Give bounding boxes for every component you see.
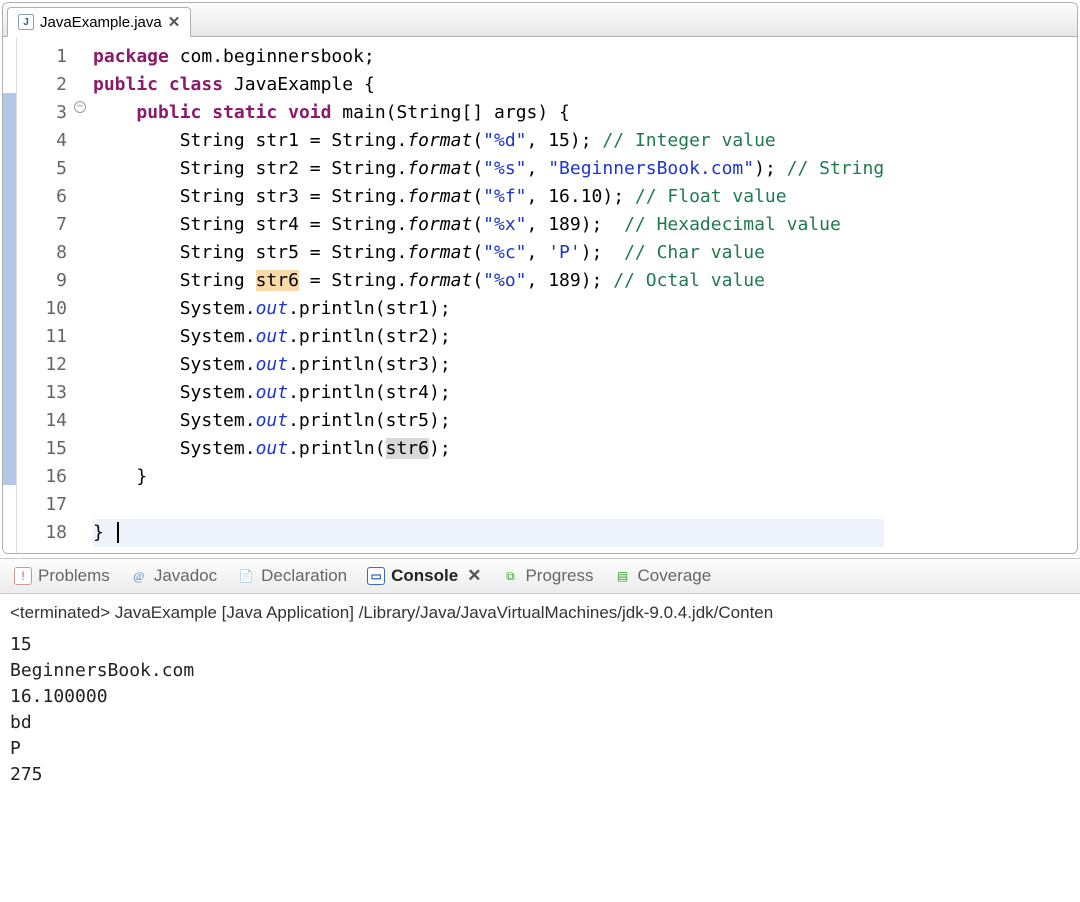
code-line[interactable]: String str4 = String.format("%x", 189); …: [93, 211, 884, 239]
progress-icon: ⧉: [501, 567, 519, 585]
code-line[interactable]: String str6 = String.format("%o", 189); …: [93, 267, 884, 295]
line-number: 10: [17, 295, 67, 323]
marker: [3, 261, 16, 289]
line-number: 7: [17, 211, 67, 239]
view-tab-label: Progress: [525, 566, 593, 586]
marker: [3, 289, 16, 317]
code-line[interactable]: }: [93, 463, 884, 491]
view-tab-javadoc[interactable]: @ Javadoc: [130, 566, 217, 586]
code-line[interactable]: public class JavaExample {: [93, 71, 884, 99]
line-number: 5: [17, 155, 67, 183]
bottom-views-tabbar: ! Problems @ Javadoc 📄 Declaration ▭ Console ✕ ⧉ P…: [0, 558, 1080, 594]
view-tab-console[interactable]: ▭ Console ✕: [367, 566, 481, 586]
code-line[interactable]: String str2 = String.format("%s", "Begin…: [93, 155, 884, 183]
coverage-icon: ▤: [613, 567, 631, 585]
marker: [3, 485, 16, 513]
line-number: 14: [17, 407, 67, 435]
code-area[interactable]: package com.beginnersbook;public class J…: [89, 37, 884, 553]
view-tab-problems[interactable]: ! Problems: [14, 566, 110, 586]
line-number: 12: [17, 351, 67, 379]
close-icon[interactable]: ✕: [168, 13, 181, 31]
console-line: P: [10, 736, 1070, 762]
code-line[interactable]: }: [93, 519, 884, 547]
marker: [3, 205, 16, 233]
console-line: BeginnersBook.com: [10, 658, 1070, 684]
code-line[interactable]: System.out.println(str4);: [93, 379, 884, 407]
view-tab-label: Problems: [38, 566, 110, 586]
view-tab-label: Coverage: [637, 566, 711, 586]
code-editor: J JavaExample.java ✕ 1234567891011121314…: [2, 2, 1078, 554]
line-number: 9: [17, 267, 67, 295]
declaration-icon: 📄: [237, 567, 255, 585]
console-line: 16.100000: [10, 684, 1070, 710]
console-line: 275: [10, 762, 1070, 788]
marker: [3, 429, 16, 457]
view-tab-label: Declaration: [261, 566, 347, 586]
console-line: 15: [10, 632, 1070, 658]
console-status: <terminated> JavaExample [Java Applicati…: [10, 600, 1070, 626]
line-number: 13: [17, 379, 67, 407]
code-line[interactable]: String str5 = String.format("%c", 'P'); …: [93, 239, 884, 267]
marker: [3, 401, 16, 429]
marker: [3, 93, 16, 121]
console-view: <terminated> JavaExample [Java Applicati…: [0, 594, 1080, 798]
line-number: 15: [17, 435, 67, 463]
close-icon[interactable]: ✕: [467, 566, 481, 586]
view-tab-label: Console: [391, 566, 458, 586]
line-number-gutter: 123456789101112131415161718: [17, 37, 75, 553]
view-tab-declaration[interactable]: 📄 Declaration: [237, 566, 347, 586]
problems-icon: !: [14, 567, 32, 585]
marker: [3, 121, 16, 149]
code-line[interactable]: String str3 = String.format("%f", 16.10)…: [93, 183, 884, 211]
line-number: 6: [17, 183, 67, 211]
line-number: 3: [17, 99, 67, 127]
editor-tab-javaexample[interactable]: J JavaExample.java ✕: [7, 7, 191, 37]
editor-tab-label: JavaExample.java: [40, 14, 162, 31]
marker: [3, 149, 16, 177]
view-tab-coverage[interactable]: ▤ Coverage: [613, 566, 711, 586]
code-line[interactable]: public static void main(String[] args) {: [93, 99, 884, 127]
console-output[interactable]: 15BeginnersBook.com16.100000bdP275: [10, 632, 1070, 788]
code-line[interactable]: package com.beginnersbook;: [93, 43, 884, 71]
java-file-icon: J: [18, 14, 34, 30]
marker: [3, 37, 16, 65]
line-number: 1: [17, 43, 67, 71]
marker: [3, 345, 16, 373]
view-tab-progress[interactable]: ⧉ Progress: [501, 566, 593, 586]
code-line[interactable]: System.out.println(str2);: [93, 323, 884, 351]
marker: [3, 177, 16, 205]
marker: [3, 65, 16, 93]
console-line: bd: [10, 710, 1070, 736]
code-line[interactable]: String str1 = String.format("%d", 15); /…: [93, 127, 884, 155]
line-number: 17: [17, 491, 67, 519]
line-number: 4: [17, 127, 67, 155]
code-line[interactable]: System.out.println(str5);: [93, 407, 884, 435]
javadoc-icon: @: [130, 567, 148, 585]
line-number: 2: [17, 71, 67, 99]
line-number: 18: [17, 519, 67, 547]
marker: [3, 457, 16, 485]
editor-tabbar: J JavaExample.java ✕: [3, 3, 1077, 37]
console-icon: ▭: [367, 567, 385, 585]
view-tab-label: Javadoc: [154, 566, 217, 586]
fold-toggle-icon[interactable]: −: [74, 101, 86, 113]
marker: [3, 513, 16, 541]
code-line[interactable]: System.out.println(str3);: [93, 351, 884, 379]
code-line[interactable]: System.out.println(str6);: [93, 435, 884, 463]
marker: [3, 317, 16, 345]
line-number: 16: [17, 463, 67, 491]
line-number: 11: [17, 323, 67, 351]
line-number: 8: [17, 239, 67, 267]
marker: [3, 233, 16, 261]
fold-column: −: [75, 37, 89, 553]
marker: [3, 373, 16, 401]
code-line[interactable]: System.out.println(str1);: [93, 295, 884, 323]
marker-bar: [3, 37, 17, 553]
code-line[interactable]: [93, 491, 884, 519]
